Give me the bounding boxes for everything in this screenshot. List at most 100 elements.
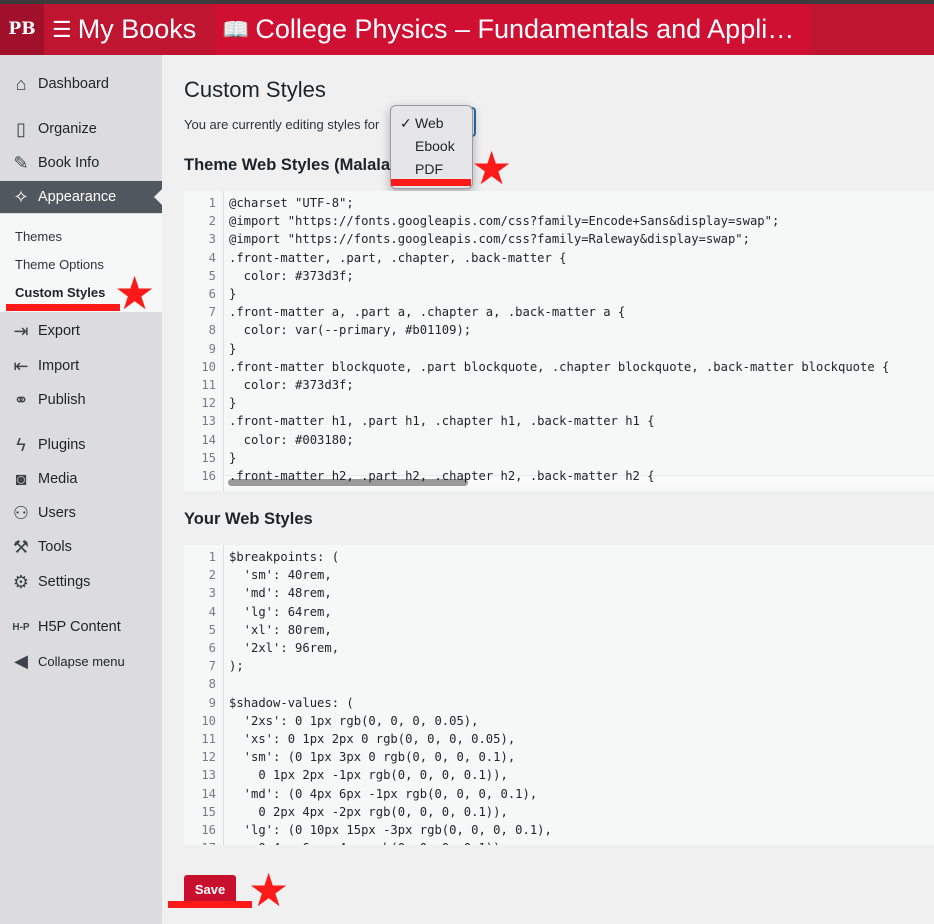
code-text: } xyxy=(229,450,237,465)
page-title: Custom Styles xyxy=(184,77,326,102)
line-number: 14 xyxy=(201,432,216,447)
sidebar-item-label: Appearance xyxy=(38,189,117,205)
code-text: 'xs': 0 1px 2px 0 rgb(0, 0, 0, 0.05), xyxy=(229,732,516,746)
sidebar-item-dashboard[interactable]: ⌂ Dashboard xyxy=(0,68,162,100)
sidebar-item-label: Publish xyxy=(38,392,86,408)
open-book-icon: 📖 xyxy=(222,16,250,42)
my-books-link[interactable]: ☰ My Books xyxy=(52,4,196,55)
sidebar-item-label: Dashboard xyxy=(38,76,109,92)
your-styles-code-editor[interactable]: 1 $breakpoints: (2 'sm': 40rem, 3 'md': 48… xyxy=(184,545,934,845)
line-number: 8 xyxy=(208,677,216,692)
line-number: 2 xyxy=(208,214,216,229)
code-line: 17 0 4px 6px -4px rgb(0, 0, 0, 0.1)), xyxy=(184,839,508,845)
code-line: 3 @import "https://fonts.googleapis.com/c… xyxy=(184,230,750,248)
sidebar-item-label: Plugins xyxy=(38,437,86,453)
sidebar-item-export[interactable]: ⇥ Export xyxy=(0,315,162,347)
dropdown-option-web[interactable]: ✓ Web xyxy=(391,112,474,134)
sidebar-item-tools[interactable]: ⚒ Tools xyxy=(0,531,162,563)
code-text: $shadow-values: ( xyxy=(229,695,354,710)
sidebar-item-h5p-content[interactable]: H-P H5P Content xyxy=(0,611,162,643)
export-icon: ⇥ xyxy=(13,320,29,341)
code-line: 12 'sm': (0 1px 3px 0 rgb(0, 0, 0, 0.1), xyxy=(184,748,515,766)
sidebar-item-publish[interactable]: ⚭ Publish xyxy=(0,384,162,416)
edit-icon: ✎ xyxy=(13,152,29,173)
sidebar-item-appearance[interactable]: ✧ Appearance xyxy=(0,181,162,213)
line-number: 13 xyxy=(201,768,216,783)
code-line: 11 color: #373d3f; xyxy=(184,376,353,394)
line-number: 1 xyxy=(208,550,216,564)
line-number: 6 xyxy=(208,287,216,301)
sidebar-item-label: Organize xyxy=(38,121,97,137)
sidebar-item-label: Settings xyxy=(38,574,91,590)
code-text: 'sm': (0 1px 3px 0 rgb(0, 0, 0, 0.1), xyxy=(229,750,516,765)
line-number: 1 xyxy=(208,196,216,210)
option-label: PDF xyxy=(415,161,443,177)
dropdown-option-pdf[interactable]: PDF xyxy=(391,158,474,180)
code-line: 9} xyxy=(184,340,237,358)
code-line: 5 'xl': 80rem, xyxy=(184,621,332,639)
annotation-star: ★ xyxy=(248,863,290,917)
h5p-icon: H-P xyxy=(12,621,30,633)
line-number: 10 xyxy=(201,713,216,728)
line-number: 7 xyxy=(208,659,216,674)
line-number: 11 xyxy=(201,378,216,392)
line-number: 3 xyxy=(208,232,216,247)
line-number: 13 xyxy=(201,414,216,429)
code-line: 1 @charset "UTF-8"; xyxy=(184,194,354,212)
code-line: 13 .front-matter h1, .part h1, .chapter h… xyxy=(184,412,654,430)
code-text: } xyxy=(229,287,237,301)
theme-styles-code-viewer[interactable]: 1 @charset "UTF-8"; 2 @import "https://font… xyxy=(184,191,934,491)
line-number: 15 xyxy=(201,450,216,465)
submenu-item-theme-options[interactable]: Theme Options xyxy=(15,257,104,272)
sidebar-item-label: Tools xyxy=(38,539,72,555)
code-text: @import "https://fonts.googleapis.com/cs… xyxy=(229,214,780,229)
sidebar-item-book-info[interactable]: ✎ Book Info xyxy=(0,147,162,179)
annotation-star: ★ xyxy=(114,266,156,320)
submenu-item-custom-styles[interactable]: Custom Styles xyxy=(15,285,105,300)
code-text: 'sm': 40rem, xyxy=(229,568,332,583)
code-line: 15 0 2px 4px -2px rgb(0, 0, 0, 0.1)), xyxy=(184,803,508,821)
line-number: 7 xyxy=(208,305,216,320)
line-number: 12 xyxy=(201,396,216,411)
submenu-item-themes[interactable]: Themes xyxy=(15,229,62,244)
sidebar-item-organize[interactable]: ▯ Organize xyxy=(0,113,162,145)
code-text: 0 2px 4px -2px rgb(0, 0, 0, 0.1)), xyxy=(229,804,508,819)
collapse-menu-button[interactable]: ◀ Collapse menu xyxy=(0,645,162,677)
code-line: 15} xyxy=(184,449,236,467)
code-line: 7 .front-matter a, .part a, .chapter a, .… xyxy=(184,303,626,321)
home-icon: ⌂ xyxy=(15,73,27,94)
admin-top-bar: PB ☰ My Books 📖 College Physics – Fundam… xyxy=(0,0,934,55)
sparkle-icon: ✧ xyxy=(13,186,29,207)
line-number: 10 xyxy=(201,359,216,374)
line-number: 4 xyxy=(208,604,216,619)
sidebar-item-settings[interactable]: ⚙ Settings xyxy=(0,566,162,598)
code-line: 1 $breakpoints: ( xyxy=(184,548,339,566)
sidebar-item-label: Users xyxy=(38,505,76,521)
editing-context-text: You are currently editing styles for xyxy=(184,117,380,132)
code-line: 14 color: #003180; xyxy=(184,431,353,449)
line-number: 3 xyxy=(208,586,216,601)
sidebar-item-label: Collapse menu xyxy=(38,653,125,669)
code-text: @charset "UTF-8"; xyxy=(229,196,354,210)
gear-icon: ⚙ xyxy=(12,571,30,592)
sidebar-item-users[interactable]: ⚇ Users xyxy=(0,497,162,529)
collapse-icon: ◀ xyxy=(14,650,28,671)
pressbooks-logo[interactable]: PB xyxy=(0,4,44,55)
sidebar-item-label: Import xyxy=(38,358,80,374)
wrench-icon: ⚒ xyxy=(12,536,30,557)
annotation-underline xyxy=(391,179,471,186)
option-label: Web xyxy=(415,115,444,131)
code-text: .front-matter blockquote, .part blockquo… xyxy=(229,359,890,374)
code-line: 4 'lg': 64rem, xyxy=(184,603,332,621)
code-text: '2xs': 0 1px rgb(0, 0, 0, 0.05), xyxy=(229,713,479,728)
style-type-dropdown[interactable]: ✓ Web Ebook PDF xyxy=(390,105,473,189)
annotation-underline xyxy=(6,304,120,311)
book-title-link[interactable]: 📖 College Physics – Fundamentals and App… xyxy=(216,4,810,55)
sidebar-item-plugins[interactable]: ϟ Plugins xyxy=(0,429,162,461)
code-text: color: #003180; xyxy=(229,432,354,447)
camera-icon: ◙ xyxy=(15,468,27,489)
sidebar-item-media[interactable]: ◙ Media xyxy=(0,463,162,495)
sidebar-item-label: Media xyxy=(38,471,78,487)
sidebar-item-import[interactable]: ⇤ Import xyxy=(0,350,162,382)
dropdown-option-ebook[interactable]: Ebook xyxy=(391,135,474,157)
